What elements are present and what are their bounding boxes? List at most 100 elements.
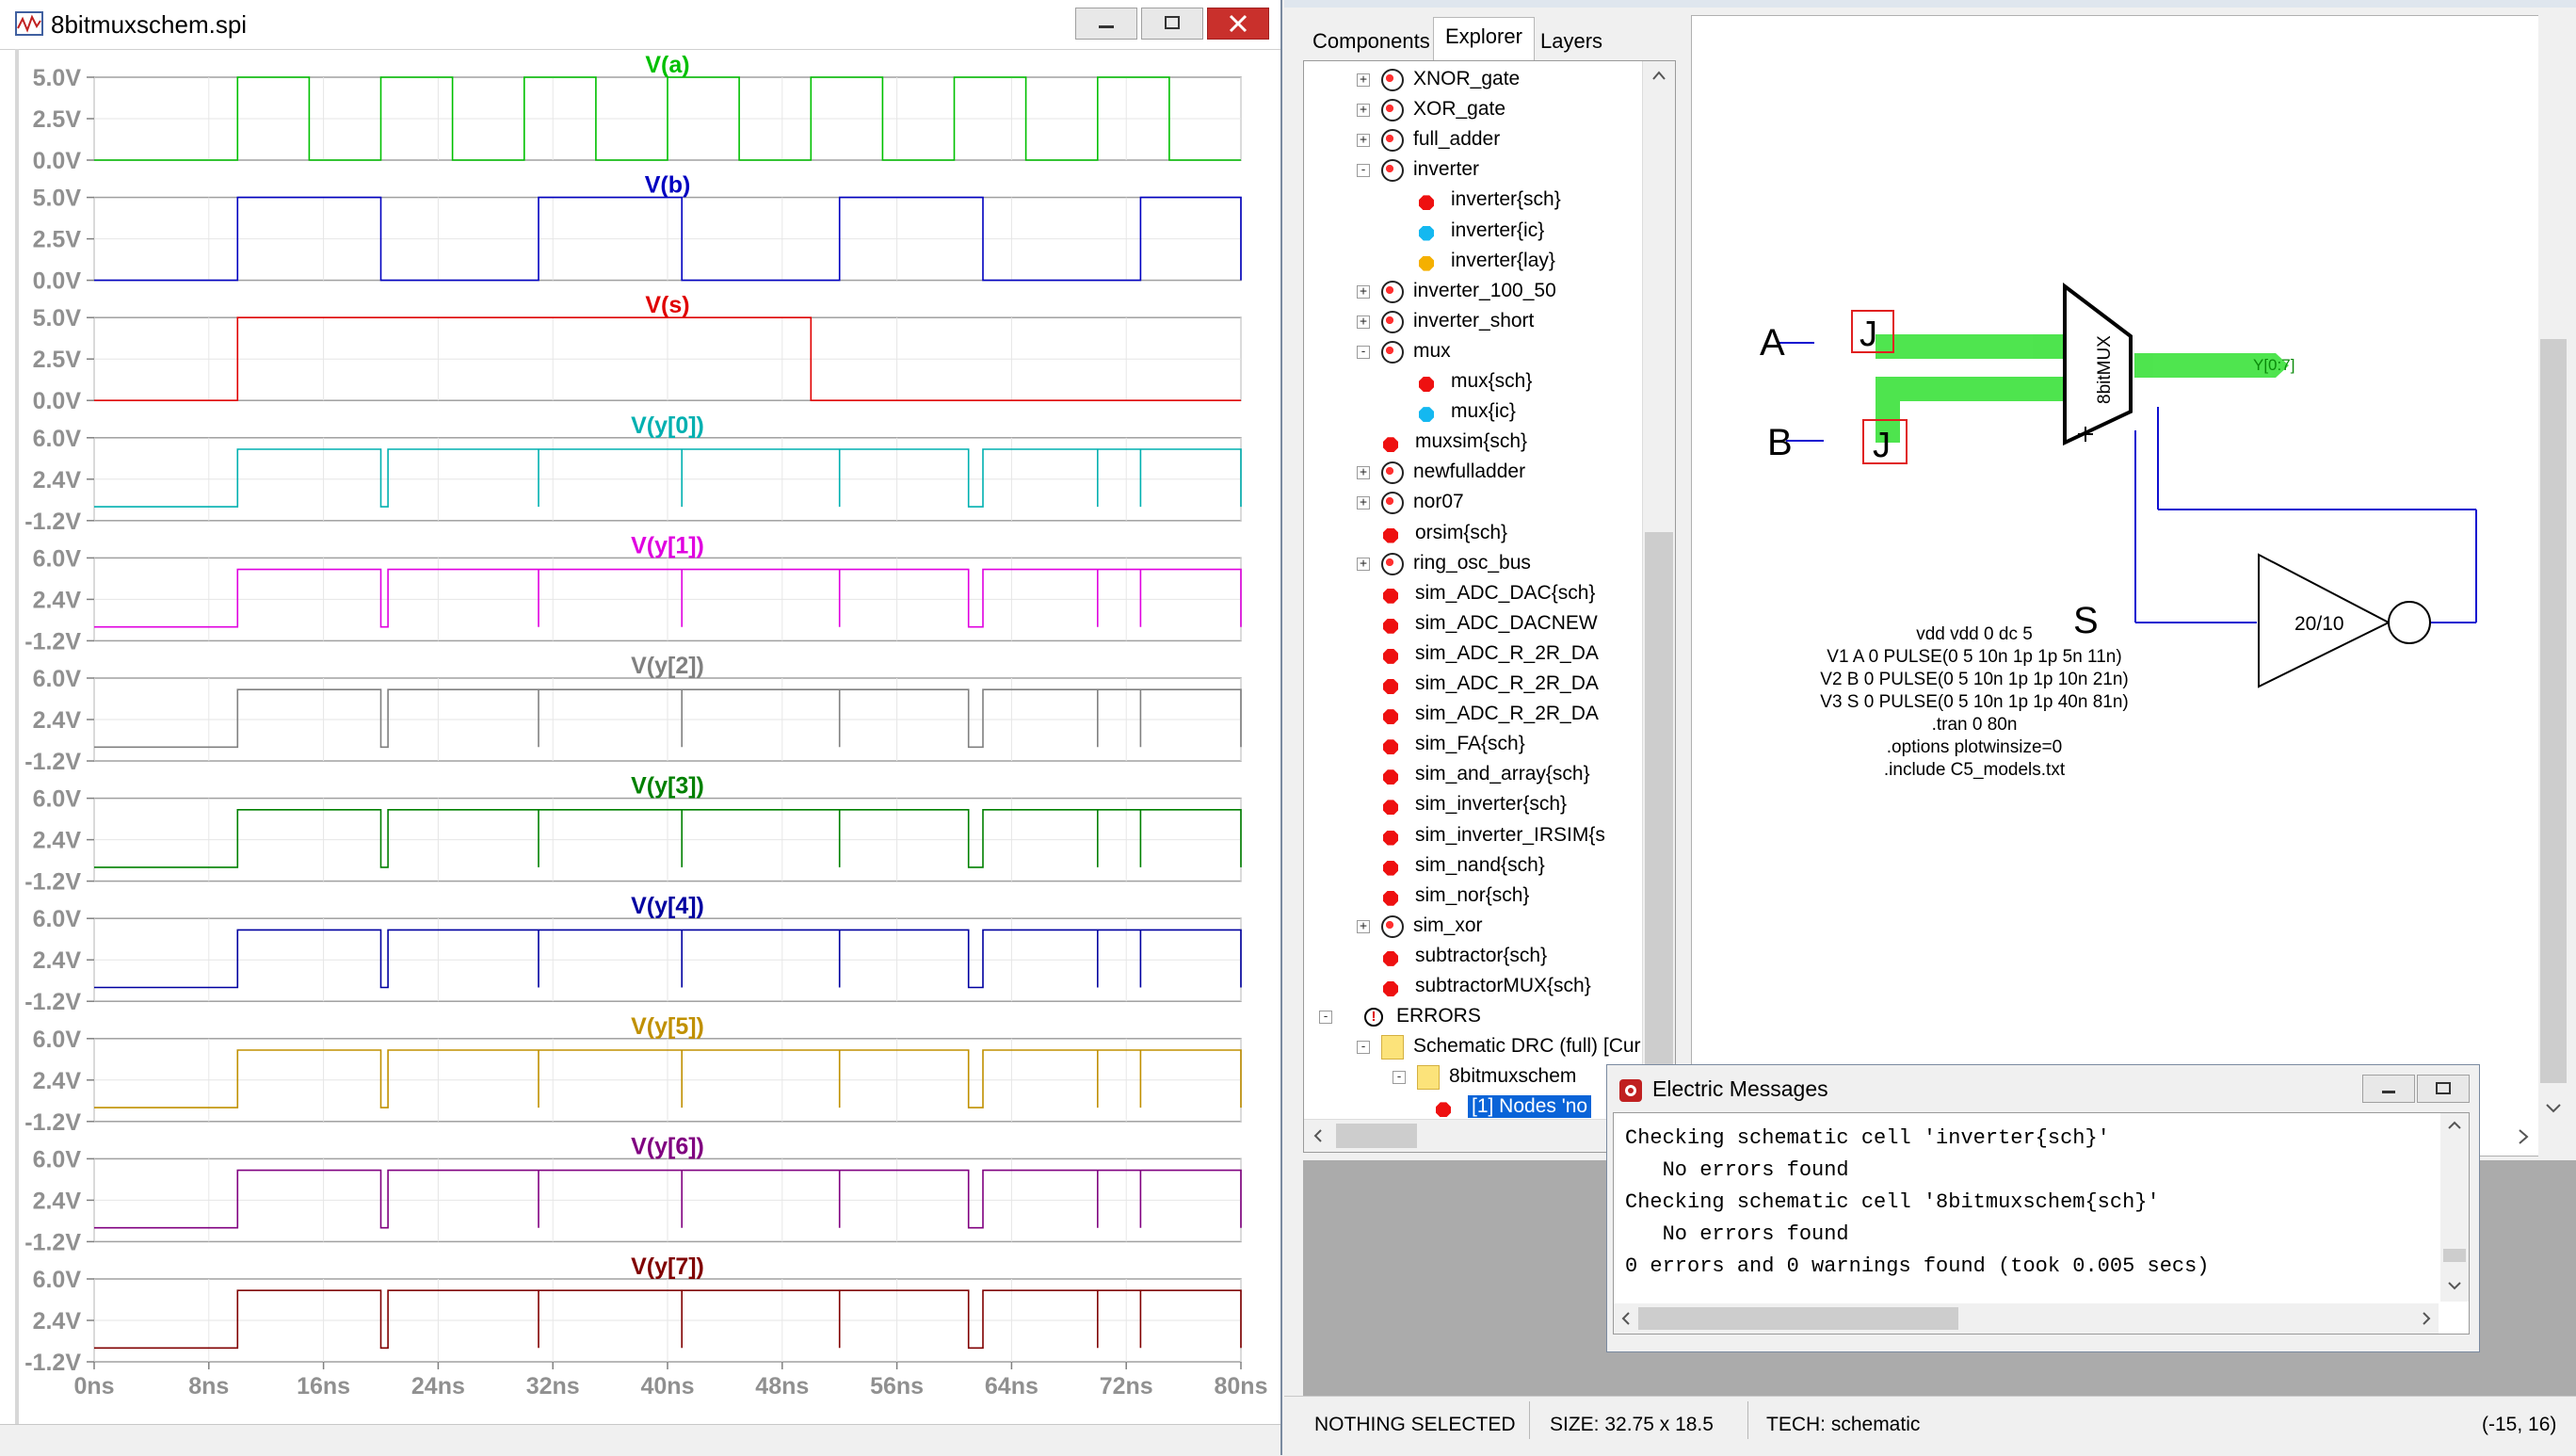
tree-item[interactable]: sim_nand{sch} [1304,851,1643,882]
tree-item[interactable]: muxsim{sch} [1304,428,1643,458]
tree-item[interactable]: sim_ADC_R_2R_DA [1304,700,1643,730]
tree-item[interactable]: sim_ADC_DACNEW [1304,609,1643,639]
tree-item[interactable]: inverter{ic} [1304,217,1643,247]
maximize-button[interactable] [1141,8,1203,40]
tree-item[interactable]: sim_inverter{sch} [1304,790,1643,820]
tab-components[interactable]: Components [1301,23,1441,60]
expand-icon[interactable]: + [1357,73,1370,87]
spice-line: V2 B 0 PULSE(0 5 10n 1p 1p 10n 21n) [1820,670,2128,689]
expand-icon[interactable]: + [1357,919,1370,933]
waveform-plot-area[interactable]: 5.0V 2.5V 0.0V V(a) 5.0V 2.5V 0.0V V(b) 5.0V 2.5V… [0,49,1280,1424]
tree-item-label: sim_ADC_R_2R_DA [1415,672,1599,694]
messages-text-area[interactable]: Checking schematic cell 'inverter{sch}' … [1613,1112,2470,1335]
messages-horizontal-thumb[interactable] [1638,1307,1958,1330]
tree-item[interactable]: - inverter [1304,155,1643,186]
tree-item[interactable]: -! ERRORS [1304,1002,1643,1032]
collapse-icon[interactable]: - [1393,1071,1406,1085]
tree-item-label: sim_nand{sch} [1415,853,1545,876]
scroll-up-icon[interactable] [2440,1113,2469,1138]
electric-titlebar-edge [1284,0,2576,8]
messages-horizontal-scrollbar[interactable] [1614,1303,2439,1334]
chevron-right-icon[interactable] [2510,1123,2538,1151]
library-group-icon [1381,159,1404,183]
tree-item[interactable]: inverter{lay} [1304,247,1643,277]
explorer-tree[interactable]: + XNOR_gate + XOR_gate + full_adder - inverter i… [1303,60,1676,1153]
tree-item[interactable]: + full_adder [1304,125,1643,155]
tree-item[interactable]: sim_nor{sch} [1304,882,1643,912]
message-line: Checking schematic cell '8bitmuxschem{sc… [1625,1190,2160,1214]
tree-item[interactable]: + newfulladder [1304,458,1643,488]
tree-item[interactable]: [1] Nodes 'no [1304,1092,1643,1121]
message-line: No errors found [1625,1222,1849,1246]
expand-icon[interactable]: + [1357,557,1370,571]
tree-item[interactable]: subtractorMUX{sch} [1304,972,1643,1002]
status-selection: NOTHING SELECTED [1314,1414,1516,1435]
tree-item[interactable]: sim_ADC_R_2R_DA [1304,639,1643,670]
minimize-button[interactable] [1075,8,1137,40]
tree-item[interactable]: sim_ADC_DAC{sch} [1304,579,1643,609]
tree-item[interactable]: + ring_osc_bus [1304,549,1643,579]
tree-item[interactable]: + XOR_gate [1304,95,1643,125]
tree-item-label: XNOR_gate [1413,68,1521,89]
tree-horizontal-thumb[interactable] [1336,1124,1417,1148]
tree-item[interactable]: sim_inverter_IRSIM{s [1304,821,1643,851]
expand-icon[interactable]: + [1357,104,1370,118]
scroll-down-icon[interactable] [2440,1273,2469,1298]
tree-item[interactable]: + sim_xor [1304,912,1643,942]
maximize-icon [2436,1082,2451,1094]
tree-item[interactable]: sim_ADC_R_2R_DA [1304,670,1643,700]
messages-minimize-button[interactable] [2362,1075,2415,1103]
collapse-icon[interactable]: - [1357,164,1370,178]
tree-item[interactable]: + nor07 [1304,488,1643,518]
canvas-vertical-thumb[interactable] [2540,339,2567,1083]
tree-vertical-thumb[interactable] [1645,532,1673,1107]
tab-explorer[interactable]: Explorer [1433,17,1535,60]
tree-item[interactable]: subtractor{sch} [1304,942,1643,972]
spice-code-block[interactable]: vdd vdd 0 dc 5 V1 A 0 PULSE(0 5 10n 1p 1… [1820,624,2128,780]
tree-item[interactable]: mux{sch} [1304,367,1643,397]
scroll-left-icon[interactable] [1614,1303,1638,1334]
tree-item-label: sim_inverter{sch} [1415,793,1568,816]
tree-item[interactable]: + inverter_short [1304,307,1643,337]
tree-item[interactable]: sim_FA{sch} [1304,730,1643,760]
chevron-down-icon[interactable] [2540,1094,2567,1123]
tree-item[interactable]: orsim{sch} [1304,519,1643,549]
x-tick-label: 72ns [1100,1373,1153,1399]
waveform-window-titlebar[interactable]: 8bitmuxschem.spi [0,0,1280,50]
tree-item[interactable]: sim_and_array{sch} [1304,760,1643,790]
collapse-icon[interactable]: - [1357,345,1370,359]
expand-icon[interactable]: + [1357,315,1370,329]
tree-item[interactable]: + inverter_100_50 [1304,277,1643,307]
tree-item[interactable]: - mux [1304,337,1643,367]
tree-item[interactable]: inverter{sch} [1304,186,1643,216]
tree-item[interactable]: + XNOR_gate [1304,65,1643,95]
scroll-right-icon[interactable] [2414,1303,2439,1334]
tree-item-label: 8bitmuxschem [1449,1065,1577,1088]
scroll-left-icon[interactable] [1304,1120,1332,1152]
tree-item[interactable]: - 8bitmuxschem [1304,1062,1643,1092]
expand-icon[interactable]: + [1357,134,1370,148]
library-group-icon [1381,69,1404,91]
collapse-icon[interactable]: - [1319,1011,1332,1025]
schematic-drawing[interactable]: J J A B S 8bitMUX Y[0:7] 20/10 vdd vdd 0… [1692,16,2545,1156]
messages-maximize-button[interactable] [2417,1075,2470,1103]
messages-window[interactable]: Electric Messages Checking schematic cel… [1606,1064,2480,1352]
schematic-canvas[interactable]: J J A B S 8bitMUX Y[0:7] 20/10 vdd vdd 0… [1691,15,2546,1157]
messages-titlebar[interactable]: Electric Messages [1607,1065,2479,1112]
waveform-chart[interactable]: 5.0V 2.5V 0.0V V(a) 5.0V 2.5V 0.0V V(b) 5.0V 2.5V… [0,49,1280,1424]
messages-title: Electric Messages [1652,1076,1828,1101]
messages-vertical-scrollbar[interactable] [2440,1113,2469,1302]
collapse-icon[interactable]: - [1357,1041,1370,1055]
expand-icon[interactable]: + [1357,496,1370,510]
expand-icon[interactable]: + [1357,284,1370,299]
close-button[interactable] [1207,8,1269,40]
tree-item[interactable]: - Schematic DRC (full) [Cur [1304,1032,1643,1062]
status-divider [1747,1401,1748,1439]
scroll-up-icon[interactable] [1643,61,1675,89]
tree-item[interactable]: mux{ic} [1304,397,1643,428]
trace-title: V(y[3]) [631,773,704,800]
tree-vertical-scrollbar[interactable] [1642,61,1675,1121]
expand-icon[interactable]: + [1357,466,1370,480]
tab-layers[interactable]: Layers [1529,23,1614,60]
messages-vertical-thumb[interactable] [2443,1249,2466,1262]
